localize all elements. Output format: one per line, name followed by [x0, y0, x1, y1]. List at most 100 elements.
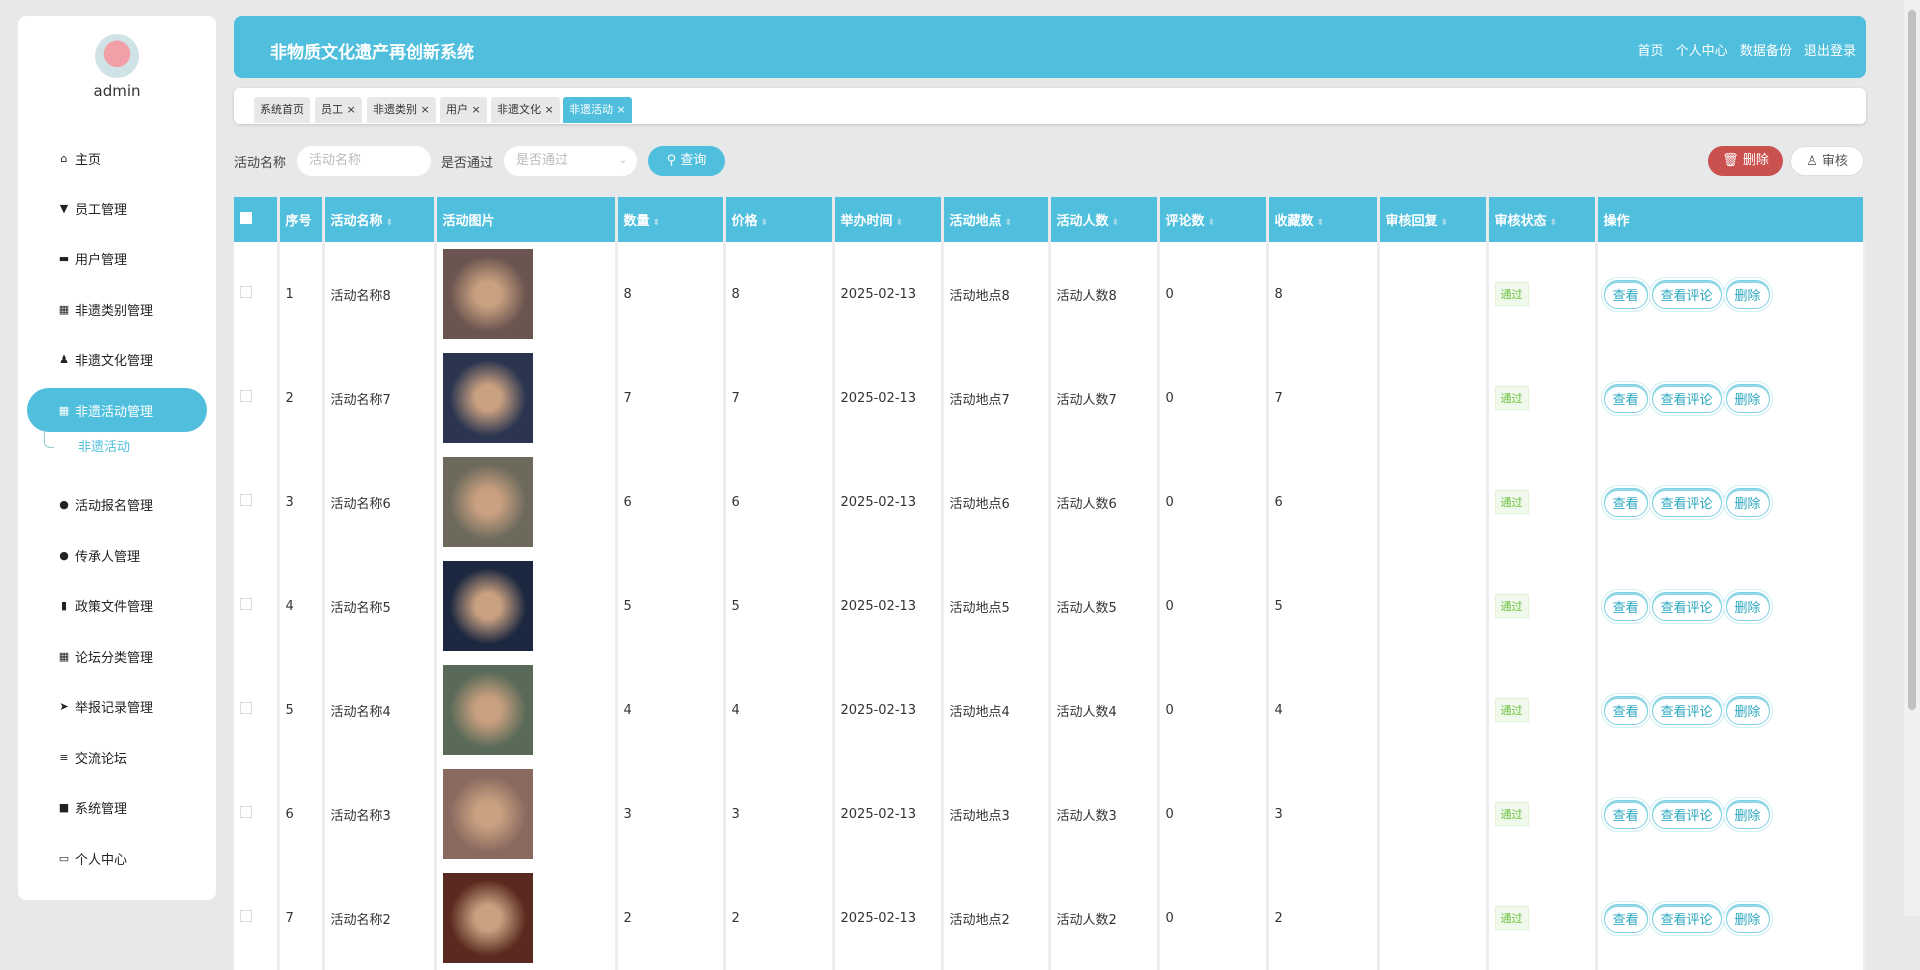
row-delete-button[interactable]: 删除 — [1725, 383, 1770, 413]
activity-image[interactable] — [442, 561, 533, 651]
sort-icon[interactable]: ⬍ — [1550, 218, 1558, 228]
row-delete-button[interactable]: 删除 — [1725, 799, 1770, 829]
col-header[interactable]: 数量 ⬍ — [616, 197, 726, 242]
sidebar-item-8[interactable]: ▮ 政策文件管理 — [27, 583, 207, 627]
sidebar-item-11[interactable]: ≡ 交流论坛 — [27, 735, 207, 779]
row-checkbox[interactable] — [234, 554, 280, 658]
cell-people-text: 活动人数8 — [1056, 288, 1117, 304]
sidebar-item-12[interactable]: ■ 系统管理 — [27, 785, 207, 829]
row-checkbox[interactable] — [234, 450, 280, 554]
sidebar-item-6[interactable]: ● 活动报名管理 — [27, 482, 207, 526]
col-header[interactable]: 活动名称 ⬍ — [323, 197, 437, 242]
view-comments-button[interactable]: 查看评论 — [1651, 591, 1722, 621]
tab-culture[interactable]: 非遗文化 × — [491, 97, 560, 123]
view-button[interactable]: 查看 — [1603, 487, 1648, 517]
col-header[interactable]: 活动人数 ⬍ — [1049, 197, 1160, 242]
col-header[interactable]: 举办时间 ⬍ — [833, 197, 944, 242]
cell-people: 活动人数6 — [1049, 450, 1160, 554]
activity-image[interactable] — [442, 769, 533, 859]
activity-image[interactable] — [442, 457, 533, 547]
cell-date: 2025-02-13 — [833, 242, 944, 346]
tab-employee[interactable]: 员工 × — [315, 97, 362, 123]
view-comments-button[interactable]: 查看评论 — [1651, 903, 1722, 933]
link-profile[interactable]: 个人中心 — [1676, 44, 1728, 59]
activity-image[interactable] — [442, 249, 533, 339]
sidebar-item-label: 非遗文化管理 — [75, 353, 154, 369]
row-checkbox[interactable] — [234, 762, 280, 866]
sort-icon[interactable]: ⬍ — [386, 218, 394, 228]
col-header[interactable]: 审核状态 ⬍ — [1487, 197, 1598, 242]
row-checkbox[interactable] — [234, 658, 280, 762]
activity-image[interactable] — [442, 353, 533, 443]
view-button[interactable]: 查看 — [1603, 903, 1648, 933]
sidebar-item-2[interactable]: ▬ 用户管理 — [27, 236, 207, 280]
view-comments-button[interactable]: 查看评论 — [1651, 799, 1722, 829]
row-checkbox[interactable] — [234, 346, 280, 450]
row-delete-button[interactable]: 删除 — [1725, 487, 1770, 517]
sidebar-item-3[interactable]: ▦ 非遗类别管理 — [27, 287, 207, 331]
view-button[interactable]: 查看 — [1603, 591, 1648, 621]
activity-image[interactable] — [442, 873, 533, 963]
activity-image[interactable] — [442, 665, 533, 755]
view-button[interactable]: 查看 — [1603, 383, 1648, 413]
query-button[interactable]: ⚲ 查询 — [648, 146, 725, 176]
view-button[interactable]: 查看 — [1603, 279, 1648, 309]
col-header[interactable]: 收藏数 ⬍ — [1267, 197, 1380, 242]
row-delete-button[interactable]: 删除 — [1725, 903, 1770, 933]
sidebar-item-0[interactable]: ⌂ 主页 — [27, 136, 207, 180]
scrollbar-thumb[interactable] — [1908, 10, 1916, 710]
scrollbar[interactable] — [1904, 0, 1920, 916]
pin-icon: ▼ — [59, 201, 69, 215]
sort-icon[interactable]: ⬍ — [1317, 218, 1325, 228]
pass-select[interactable]: 是否通过 ⌄ — [504, 146, 637, 176]
send-icon: ➤ — [59, 699, 69, 713]
sidebar-subitem-activity[interactable]: 非遗活动 — [78, 436, 130, 455]
col-header[interactable]: 审核回复 ⬍ — [1378, 197, 1489, 242]
delete-button[interactable]: 🗑 删除 — [1708, 146, 1783, 176]
tab-activity[interactable]: 非遗活动 × — [563, 97, 632, 123]
tab-category[interactable]: 非遗类别 × — [367, 97, 436, 123]
row-delete-button[interactable]: 删除 — [1725, 591, 1770, 621]
app-header: 非物质文化遗产再创新系统 首页 个人中心 数据备份 退出登录 — [234, 16, 1866, 78]
tab-home[interactable]: 系统首页 — [254, 97, 310, 123]
view-comments-button[interactable]: 查看评论 — [1651, 695, 1722, 725]
sort-icon[interactable]: ⬍ — [896, 218, 904, 228]
avatar[interactable] — [95, 34, 139, 78]
row-checkbox[interactable] — [234, 866, 280, 970]
sort-icon[interactable]: ⬍ — [761, 218, 769, 228]
link-backup[interactable]: 数据备份 — [1740, 44, 1792, 59]
sidebar-item-9[interactable]: ▦ 论坛分类管理 — [27, 634, 207, 678]
link-home[interactable]: 首页 — [1638, 44, 1664, 59]
chevron-down-icon: ⌄ — [618, 155, 627, 166]
view-button[interactable]: 查看 — [1603, 695, 1648, 725]
view-comments-button[interactable]: 查看评论 — [1651, 279, 1722, 309]
select-all-checkbox[interactable] — [234, 197, 280, 242]
submenu-connector — [44, 430, 54, 448]
view-comments-button[interactable]: 查看评论 — [1651, 487, 1722, 517]
sidebar-item-1[interactable]: ▼ 员工管理 — [27, 186, 207, 230]
link-logout[interactable]: 退出登录 — [1804, 44, 1856, 59]
sidebar-item-13[interactable]: ▭ 个人中心 — [27, 836, 207, 880]
sidebar-item-5[interactable]: ▦ 非遗活动管理 — [27, 388, 207, 432]
tab-user[interactable]: 用户 × — [440, 97, 487, 123]
view-button[interactable]: 查看 — [1603, 799, 1648, 829]
row-delete-button[interactable]: 删除 — [1725, 695, 1770, 725]
sidebar: admin ⌂ 主页 ▼ 员工管理 ▬ 用户管理 ▦ 非遗类别管理 ♟ 非遗文化管理 ▦ 非遗活动管理… — [18, 16, 216, 900]
sort-icon[interactable]: ⬍ — [653, 218, 661, 228]
row-checkbox[interactable] — [234, 242, 280, 346]
sidebar-item-10[interactable]: ➤ 举报记录管理 — [27, 684, 207, 728]
col-header[interactable]: 评论数 ⬍ — [1158, 197, 1269, 242]
sort-icon[interactable]: ⬍ — [1112, 218, 1120, 228]
col-header[interactable]: 价格 ⬍ — [724, 197, 835, 242]
sidebar-item-7[interactable]: ● 传承人管理 — [27, 533, 207, 577]
audit-button[interactable]: ♙ 审核 — [1790, 146, 1864, 176]
col-header[interactable]: 活动地点 ⬍ — [942, 197, 1051, 242]
sort-icon[interactable]: ⬍ — [1208, 218, 1216, 228]
view-comments-button[interactable]: 查看评论 — [1651, 383, 1722, 413]
sort-icon[interactable]: ⬍ — [1441, 218, 1449, 228]
name-input[interactable]: 活动名称 — [297, 146, 431, 176]
sort-icon[interactable]: ⬍ — [1005, 218, 1013, 228]
cell-place: 活动地点7 — [942, 346, 1051, 450]
row-delete-button[interactable]: 删除 — [1725, 279, 1770, 309]
sidebar-item-4[interactable]: ♟ 非遗文化管理 — [27, 337, 207, 381]
